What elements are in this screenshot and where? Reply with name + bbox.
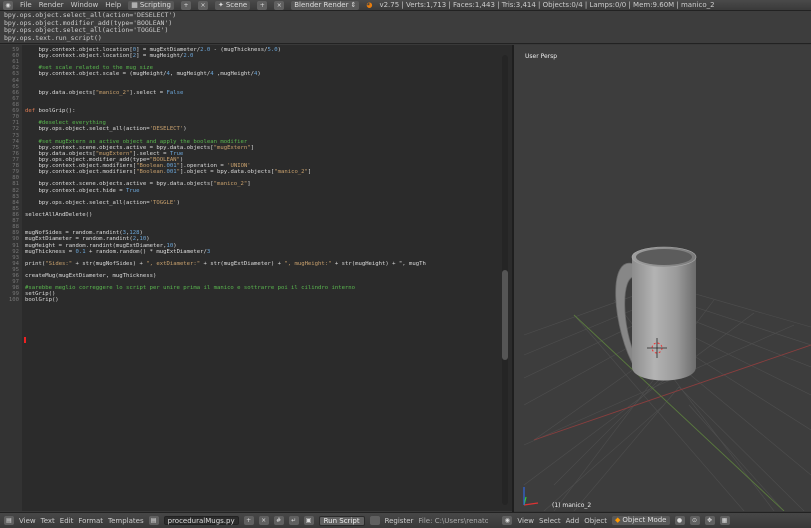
editor-type-icon[interactable]: ▤ bbox=[4, 516, 14, 525]
menu-help[interactable]: Help bbox=[105, 1, 121, 9]
code-text: #sarebbe meglio correggere lo script per… bbox=[25, 285, 356, 292]
active-object-label: (1) manico_2 bbox=[552, 502, 592, 509]
render-engine-label: Blender Render bbox=[294, 0, 349, 9]
line-number: 100 bbox=[8, 297, 19, 304]
mug-object[interactable] bbox=[615, 246, 697, 381]
new-text-button[interactable]: + bbox=[243, 516, 254, 525]
screen-layout-selector[interactable]: ▦ Scripting bbox=[128, 0, 174, 10]
menu-edit[interactable]: Edit bbox=[60, 517, 74, 525]
syntax-highlight-toggle-icon[interactable]: ▣ bbox=[303, 516, 314, 525]
code-text: bpy.ops.object.select_all(action='TOGGLE… bbox=[25, 199, 180, 206]
interaction-mode-label: Object Mode bbox=[622, 516, 667, 524]
word-wrap-toggle-icon[interactable]: ↵ bbox=[288, 516, 299, 525]
scene-label: Scene bbox=[225, 0, 248, 9]
editor-scrollbar[interactable] bbox=[502, 55, 508, 505]
text-cursor bbox=[24, 337, 26, 343]
menu-file[interactable]: File bbox=[20, 1, 32, 9]
object-mode-icon: ◆ bbox=[615, 516, 621, 524]
menu-window[interactable]: Window bbox=[71, 1, 99, 9]
register-label: Register bbox=[384, 516, 414, 525]
run-script-button[interactable]: Run Script bbox=[318, 515, 365, 526]
code-area[interactable]: 59 bpy.context.object.location[0] = mugE… bbox=[0, 47, 510, 304]
scene-icon: ✦ bbox=[217, 0, 224, 9]
info-line: bpy.ops.text.run_script() bbox=[4, 34, 102, 43]
viewport-menu-object[interactable]: Object bbox=[584, 517, 607, 525]
line-numbers-toggle-icon[interactable]: # bbox=[273, 516, 284, 525]
add-scene-button[interactable]: + bbox=[257, 0, 268, 10]
code-text: bpy.context.object.scale = (mugHeight/4,… bbox=[25, 71, 261, 78]
blender-logo-icon: ◕ bbox=[366, 1, 373, 9]
shading-mode-icon[interactable]: ● bbox=[674, 516, 685, 525]
remove-screen-button[interactable]: × bbox=[197, 0, 208, 10]
code-text: print("Sides:" + str(mugNofSides) + ", e… bbox=[25, 260, 426, 267]
interaction-mode-selector[interactable]: ◆ Object Mode bbox=[612, 516, 670, 525]
manipulator-icon[interactable]: ✥ bbox=[704, 516, 715, 525]
menu-templates[interactable]: Templates bbox=[108, 517, 144, 525]
code-text: mugThickness = 0.1 + random.random() * m… bbox=[25, 248, 211, 255]
screen-layout-label: Scripting bbox=[139, 0, 171, 9]
text-editor[interactable]: 59 bpy.context.object.location[0] = mugE… bbox=[0, 45, 512, 511]
code-text: bpy.context.object.hide = True bbox=[25, 187, 140, 194]
code-text: boolGrip() bbox=[25, 297, 59, 304]
top-header: ◉ File Render Window Help ▦ Scripting + ×… bbox=[0, 0, 811, 11]
viewport-menu-select[interactable]: Select bbox=[539, 517, 561, 525]
info-line: bpy.ops.object.select_all(action='TOGGLE… bbox=[4, 26, 169, 35]
code-text: bpy.ops.object.select_all(action='DESELE… bbox=[25, 126, 187, 133]
code-text: bpy.context.object.modifiers["Boolean.00… bbox=[25, 169, 312, 176]
layout-icon: ▦ bbox=[131, 0, 138, 9]
unlink-text-button[interactable]: × bbox=[258, 516, 269, 525]
layers-icon[interactable]: ▦ bbox=[719, 516, 730, 525]
code-text: bpy.data.objects["manico_2"].select = Fa… bbox=[25, 89, 184, 96]
mug-body[interactable] bbox=[632, 257, 696, 381]
file-path-label: File: C:\Users\renato\Dr bbox=[418, 516, 489, 525]
code-text: def boolGrip(): bbox=[25, 108, 76, 115]
3d-viewport[interactable]: User Persp (1) manico_2 bbox=[514, 45, 811, 511]
register-checkbox[interactable] bbox=[369, 516, 380, 525]
mug-opening bbox=[636, 249, 692, 265]
text-filename-field[interactable]: proceduralMugs.py bbox=[163, 516, 239, 525]
scene-stats: v2.75 | Verts:1,713 | Faces:1,443 | Tris… bbox=[379, 1, 715, 9]
chevron-updown-icon: ⇕ bbox=[350, 0, 357, 9]
remove-scene-button[interactable]: × bbox=[274, 0, 285, 10]
editor-type-icon[interactable]: ◉ bbox=[3, 0, 13, 10]
viewport-editor-type-icon[interactable]: ◉ bbox=[502, 516, 513, 525]
menu-render[interactable]: Render bbox=[39, 1, 64, 9]
scene-selector[interactable]: ✦ Scene bbox=[214, 0, 251, 10]
info-log: bpy.ops.object.select_all(action='DESELE… bbox=[0, 11, 811, 44]
code-text: createMug(mugExtDiameter, mugThickness) bbox=[25, 273, 157, 280]
scrollbar-thumb[interactable] bbox=[502, 270, 508, 360]
viewport-menu-view[interactable]: View bbox=[517, 517, 534, 525]
code-text: bpy.context.object.location[2] = mugHeig… bbox=[25, 53, 194, 60]
pivot-point-icon[interactable]: ⊙ bbox=[689, 516, 700, 525]
menu-text[interactable]: Text bbox=[41, 517, 55, 525]
viewport-scene bbox=[523, 246, 811, 511]
code-line[interactable]: 100 boolGrip() bbox=[0, 297, 510, 303]
render-engine-selector[interactable]: Blender Render ⇕ bbox=[291, 0, 360, 10]
menu-format[interactable]: Format bbox=[78, 517, 103, 525]
code-text: selectAllAndDelete() bbox=[25, 211, 93, 218]
axis-gizmo bbox=[523, 487, 539, 506]
menu-view[interactable]: View bbox=[19, 517, 36, 525]
add-screen-button[interactable]: + bbox=[180, 0, 191, 10]
bottom-header: ▤ View Text Edit Format Templates ▤ proc… bbox=[0, 512, 811, 528]
viewport-menu-add[interactable]: Add bbox=[566, 517, 580, 525]
text-browse-icon[interactable]: ▤ bbox=[148, 516, 159, 525]
